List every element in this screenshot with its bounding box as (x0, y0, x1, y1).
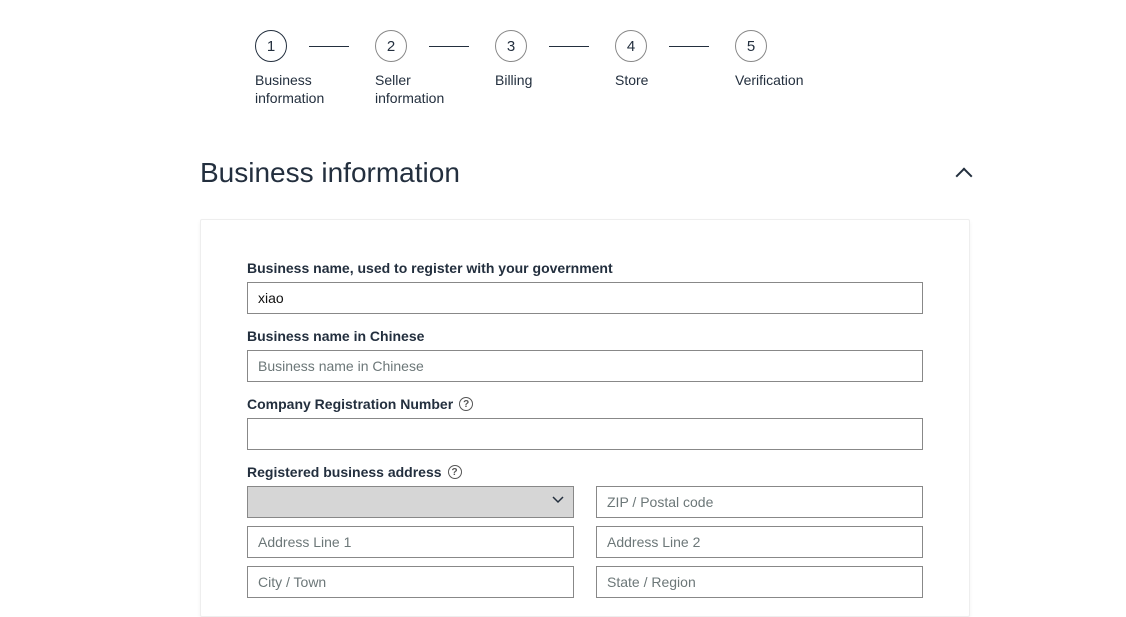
state-input[interactable] (596, 566, 923, 598)
step-connector (669, 46, 709, 47)
business-name-input[interactable] (247, 282, 923, 314)
step-label: Billing (495, 72, 532, 90)
step-2: 2 Seller information (375, 30, 495, 107)
step-number: 3 (495, 30, 527, 62)
step-label: Business information (255, 72, 355, 107)
business-info-card: Business name, used to register with you… (200, 219, 970, 617)
company-reg-label: Company Registration Number ? (247, 396, 923, 412)
business-name-cn-input[interactable] (247, 350, 923, 382)
step-label: Verification (735, 72, 803, 90)
step-4: 4 Store (615, 30, 735, 90)
city-input[interactable] (247, 566, 574, 598)
address-label-text: Registered business address (247, 464, 442, 480)
step-number: 2 (375, 30, 407, 62)
help-icon[interactable]: ? (459, 397, 473, 411)
country-select[interactable] (247, 486, 574, 518)
business-name-label: Business name, used to register with you… (247, 260, 923, 276)
step-number: 1 (255, 30, 287, 62)
step-5: 5 Verification (735, 30, 855, 90)
step-label: Store (615, 72, 648, 90)
step-1: 1 Business information (255, 30, 375, 107)
company-reg-label-text: Company Registration Number (247, 396, 453, 412)
address-line2-input[interactable] (596, 526, 923, 558)
chevron-up-icon[interactable] (956, 168, 973, 185)
step-number: 5 (735, 30, 767, 62)
help-icon[interactable]: ? (448, 465, 462, 479)
step-connector (429, 46, 469, 47)
address-label: Registered business address ? (247, 464, 923, 480)
step-3: 3 Billing (495, 30, 615, 90)
step-connector (309, 46, 349, 47)
page-title: Business information (200, 157, 460, 189)
address-line1-input[interactable] (247, 526, 574, 558)
step-label: Seller information (375, 72, 475, 107)
progress-stepper: 1 Business information 2 Seller informat… (255, 30, 1126, 107)
step-connector (549, 46, 589, 47)
company-reg-input[interactable] (247, 418, 923, 450)
step-number: 4 (615, 30, 647, 62)
business-name-cn-label: Business name in Chinese (247, 328, 923, 344)
zip-input[interactable] (596, 486, 923, 518)
